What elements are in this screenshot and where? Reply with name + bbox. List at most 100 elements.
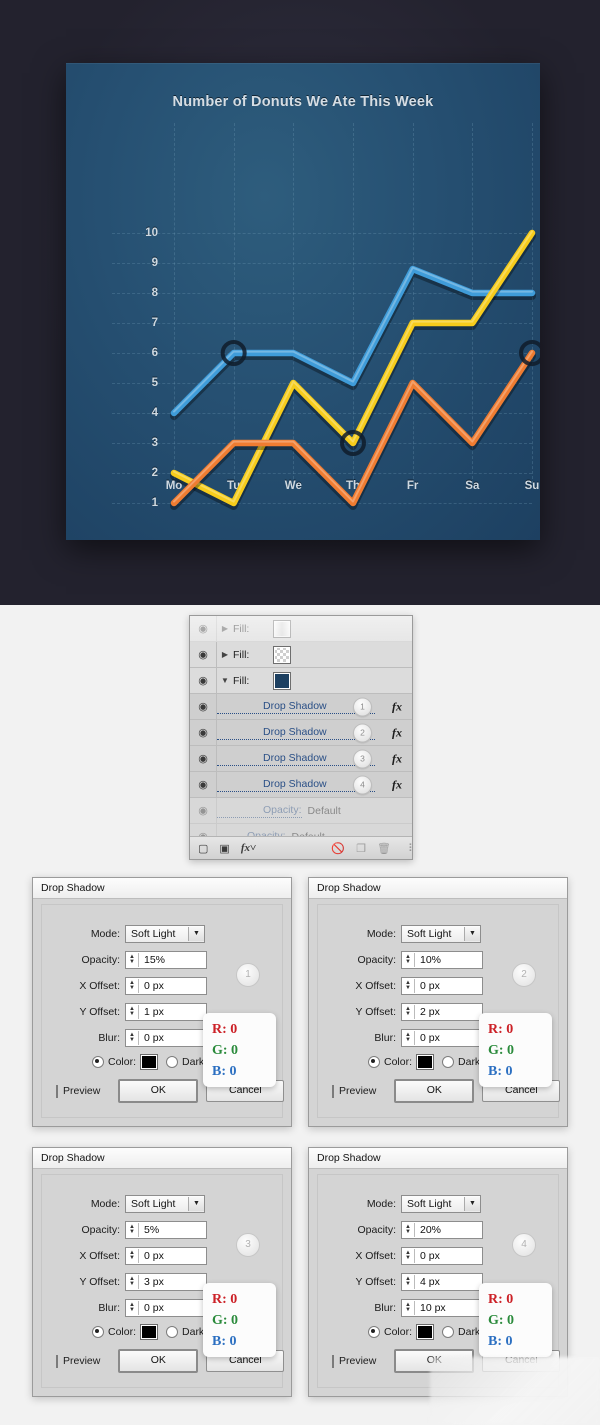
y-offset-input[interactable]: ▲ ▼ 2 px [401, 1002, 483, 1021]
stepper-icon[interactable]: ▲ ▼ [402, 1248, 415, 1263]
color-radio[interactable] [92, 1326, 104, 1338]
stepper-icon[interactable]: ▲ ▼ [126, 1248, 139, 1263]
effect-label[interactable]: Drop Shadow [217, 778, 375, 792]
resize-grip-icon[interactable]: ⠿ [408, 842, 412, 855]
fx-icon[interactable]: fx [392, 699, 402, 714]
darkness-radio[interactable] [442, 1056, 455, 1068]
y-offset-input[interactable]: ▲ ▼ 3 px [125, 1272, 207, 1291]
ok-button[interactable]: OK [118, 1079, 199, 1103]
x-offset-input[interactable]: ▲ ▼ 0 px [401, 1246, 483, 1265]
color-swatch[interactable] [416, 1054, 435, 1070]
opacity-label[interactable]: Opacity: [217, 804, 302, 818]
blur-input[interactable]: ▲ ▼ 0 px [401, 1028, 483, 1047]
eye-icon[interactable]: ◉ [190, 798, 217, 823]
stepper-icon[interactable]: ▲ ▼ [402, 1222, 415, 1237]
duplicate-layer-icon[interactable]: ❐ [356, 842, 366, 855]
stepper-icon[interactable]: ▲ ▼ [402, 952, 415, 967]
color-swatch[interactable] [140, 1054, 159, 1070]
mode-select[interactable]: Soft Light ▼ [125, 924, 205, 943]
layer-thumbnail[interactable] [273, 619, 291, 638]
opacity-input[interactable]: ▲ ▼ 15% [125, 950, 207, 969]
eye-icon[interactable]: ◉ [190, 668, 217, 693]
stepper-icon[interactable]: ▲ ▼ [402, 1300, 415, 1315]
layers-row-list[interactable]: ◉ ▶ Fill: ◉ ▶ Fill: ◉ ▼ Fill: ◉ Drop Shadow 1 fx ◉ Dro… [190, 616, 412, 850]
eye-icon[interactable]: ◉ [190, 616, 217, 641]
drop-shadow-dialog[interactable]: Drop Shadow Mode: Soft Light ▼ Opacity: ▲ ▼ 10%… [308, 877, 568, 1127]
drop-shadow-dialog[interactable]: Drop Shadow Mode: Soft Light ▼ Opacity: ▲ ▼ 15%… [32, 877, 292, 1127]
preview-checkbox[interactable] [56, 1084, 58, 1098]
layer-row[interactable]: ◉ Drop Shadow 2 fx [190, 720, 412, 746]
stepper-icon[interactable]: ▲ ▼ [126, 1222, 139, 1237]
delete-layer-icon[interactable]: 🗑 [377, 842, 397, 855]
x-offset-input[interactable]: ▲ ▼ 0 px [125, 976, 207, 995]
stepper-icon[interactable]: ▲ ▼ [126, 1004, 139, 1019]
blur-input[interactable]: ▲ ▼ 0 px [125, 1298, 207, 1317]
stepper-icon[interactable]: ▲ ▼ [402, 1274, 415, 1289]
mode-select[interactable]: Soft Light ▼ [125, 1194, 205, 1213]
eye-icon[interactable]: ◉ [190, 720, 217, 745]
chevron-right-icon[interactable]: ▶ [217, 650, 233, 659]
x-offset-input[interactable]: ▲ ▼ 0 px [401, 976, 483, 995]
layer-row[interactable]: ◉ Drop Shadow 1 fx [190, 694, 412, 720]
blur-input[interactable]: ▲ ▼ 0 px [125, 1028, 207, 1047]
no-selection-icon[interactable]: 🚫 [331, 842, 345, 855]
ok-button[interactable]: OK [394, 1349, 475, 1373]
stepper-icon[interactable]: ▲ ▼ [402, 978, 415, 993]
layer-row[interactable]: ◉ ▶ Fill: [190, 642, 412, 668]
eye-icon[interactable]: ◉ [190, 772, 217, 797]
y-offset-input[interactable]: ▲ ▼ 1 px [125, 1002, 207, 1021]
fx-menu-icon[interactable]: fx˅ [241, 842, 256, 854]
layers-panel[interactable]: ◉ ▶ Fill: ◉ ▶ Fill: ◉ ▼ Fill: ◉ Drop Shadow 1 fx ◉ Dro… [189, 615, 413, 860]
eye-icon[interactable]: ◉ [190, 694, 217, 719]
layer-row[interactable]: ◉ Drop Shadow 4 fx [190, 772, 412, 798]
color-radio[interactable] [368, 1056, 380, 1068]
layer-row[interactable]: ◉ ▶ Fill: [190, 616, 412, 642]
opacity-input[interactable]: ▲ ▼ 20% [401, 1220, 483, 1239]
chevron-right-icon[interactable]: ▶ [217, 624, 233, 633]
layer-row[interactable]: ◉ ▼ Fill: [190, 668, 412, 694]
darkness-radio[interactable] [442, 1326, 455, 1338]
darkness-radio[interactable] [166, 1326, 179, 1338]
drop-shadow-dialog[interactable]: Drop Shadow Mode: Soft Light ▼ Opacity: ▲ ▼ 5% X… [32, 1147, 292, 1397]
layer-thumbnail[interactable] [273, 645, 291, 664]
stepper-icon[interactable]: ▲ ▼ [126, 1030, 139, 1045]
x-offset-input[interactable]: ▲ ▼ 0 px [125, 1246, 207, 1265]
mode-select[interactable]: Soft Light ▼ [401, 1194, 481, 1213]
fx-icon[interactable]: fx [392, 725, 402, 740]
chevron-down-icon[interactable]: ▼ [188, 926, 204, 941]
effect-label[interactable]: Drop Shadow [217, 726, 375, 740]
new-fill-layer-icon[interactable]: ▣ [219, 842, 229, 855]
color-swatch[interactable] [140, 1324, 159, 1340]
new-layer-icon[interactable]: ▢ [198, 842, 208, 855]
opacity-input[interactable]: ▲ ▼ 5% [125, 1220, 207, 1239]
ok-button[interactable]: OK [394, 1079, 475, 1103]
fx-icon[interactable]: fx [392, 751, 402, 766]
chevron-down-icon[interactable]: ▼ [217, 676, 233, 685]
stepper-icon[interactable]: ▲ ▼ [126, 1300, 139, 1315]
preview-checkbox[interactable] [332, 1084, 334, 1098]
blur-input[interactable]: ▲ ▼ 10 px [401, 1298, 483, 1317]
fx-icon[interactable]: fx [392, 777, 402, 792]
effect-label[interactable]: Drop Shadow [217, 700, 375, 714]
color-radio[interactable] [368, 1326, 380, 1338]
mode-select[interactable]: Soft Light ▼ [401, 924, 481, 943]
chevron-down-icon[interactable]: ▼ [464, 1196, 480, 1211]
layer-thumbnail[interactable] [273, 671, 291, 690]
preview-checkbox[interactable] [56, 1354, 58, 1368]
chevron-down-icon[interactable]: ▼ [188, 1196, 204, 1211]
color-swatch[interactable] [416, 1324, 435, 1340]
stepper-icon[interactable]: ▲ ▼ [402, 1004, 415, 1019]
stepper-icon[interactable]: ▲ ▼ [126, 978, 139, 993]
opacity-input[interactable]: ▲ ▼ 10% [401, 950, 483, 969]
layers-panel-footer[interactable]: ▢ ▣ fx˅ 🚫 ❐ 🗑 ⠿ [190, 836, 412, 859]
color-radio[interactable] [92, 1056, 104, 1068]
stepper-icon[interactable]: ▲ ▼ [126, 1274, 139, 1289]
layer-row[interactable]: ◉ Drop Shadow 3 fx [190, 746, 412, 772]
darkness-radio[interactable] [166, 1056, 179, 1068]
y-offset-input[interactable]: ▲ ▼ 4 px [401, 1272, 483, 1291]
ok-button[interactable]: OK [118, 1349, 199, 1373]
preview-checkbox[interactable] [332, 1354, 334, 1368]
eye-icon[interactable]: ◉ [190, 642, 217, 667]
drop-shadow-dialog[interactable]: Drop Shadow Mode: Soft Light ▼ Opacity: ▲ ▼ 20%… [308, 1147, 568, 1397]
chevron-down-icon[interactable]: ▼ [464, 926, 480, 941]
